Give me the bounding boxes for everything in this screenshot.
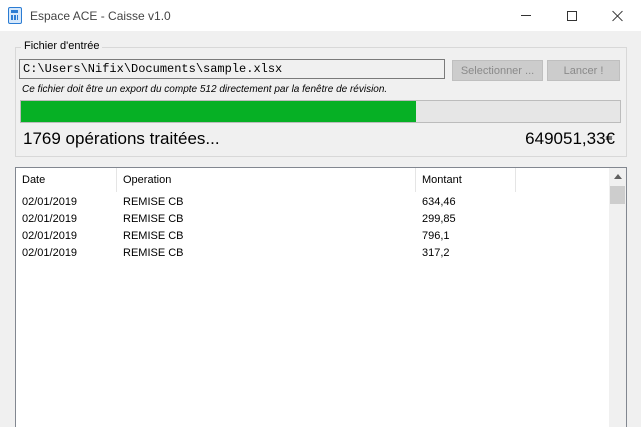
- cell-amount: 299,85: [422, 213, 456, 225]
- select-file-button[interactable]: Selectionner ...: [452, 60, 543, 81]
- calculator-icon: [8, 7, 22, 24]
- cell-date: 02/01/2019: [22, 230, 78, 242]
- list-item[interactable]: 02/01/2019 REMISE CB 796,1: [16, 228, 611, 245]
- close-button[interactable]: [595, 0, 641, 31]
- vertical-scrollbar[interactable]: [609, 168, 626, 427]
- total-amount-text: 649051,33€: [525, 129, 615, 148]
- cell-operation: REMISE CB: [123, 247, 184, 259]
- close-icon: [612, 10, 624, 22]
- window-title: Espace ACE - Caisse v1.0: [30, 9, 171, 23]
- file-path-field[interactable]: C:\Users\Nifix\Documents\sample.xlsx: [19, 59, 445, 79]
- list-item[interactable]: 02/01/2019 REMISE CB 317,2: [16, 245, 611, 262]
- cell-operation: REMISE CB: [123, 196, 184, 208]
- group-legend: Fichier d'entrée: [21, 40, 103, 52]
- cell-amount: 796,1: [422, 230, 450, 242]
- cell-date: 02/01/2019: [22, 247, 78, 259]
- operations-count-text: 1769 opérations traitées...: [23, 129, 220, 148]
- list-header: Date Operation Montant: [16, 168, 611, 192]
- hint-text: Ce fichier doit être un export du compte…: [22, 84, 388, 95]
- arrow-up-icon: [613, 174, 622, 179]
- list-item[interactable]: 02/01/2019 REMISE CB 634,46: [16, 194, 611, 211]
- cell-amount: 634,46: [422, 196, 456, 208]
- operations-list[interactable]: Date Operation Montant 02/01/2019 REMISE…: [15, 167, 627, 427]
- cell-operation: REMISE CB: [123, 213, 184, 225]
- minimize-button[interactable]: [503, 0, 549, 31]
- column-header-operation[interactable]: Operation: [117, 168, 416, 192]
- list-item[interactable]: 02/01/2019 REMISE CB 299,85: [16, 211, 611, 228]
- cell-amount: 317,2: [422, 247, 450, 259]
- progress-bar-fill: [21, 101, 417, 122]
- launch-button[interactable]: Lancer !: [547, 60, 620, 81]
- scrollbar-thumb[interactable]: [610, 186, 625, 204]
- maximize-button[interactable]: [549, 0, 595, 31]
- column-header-date[interactable]: Date: [16, 168, 117, 192]
- scroll-up-button[interactable]: [609, 168, 626, 185]
- cell-date: 02/01/2019: [22, 196, 78, 208]
- title-bar[interactable]: Espace ACE - Caisse v1.0: [0, 0, 641, 31]
- progress-bar: [20, 100, 621, 123]
- minimize-icon: [521, 15, 531, 16]
- column-header-amount[interactable]: Montant: [416, 168, 516, 192]
- cell-operation: REMISE CB: [123, 230, 184, 242]
- cell-date: 02/01/2019: [22, 213, 78, 225]
- maximize-icon: [567, 10, 577, 21]
- list-rows: 02/01/2019 REMISE CB 634,46 02/01/2019 R…: [16, 194, 611, 262]
